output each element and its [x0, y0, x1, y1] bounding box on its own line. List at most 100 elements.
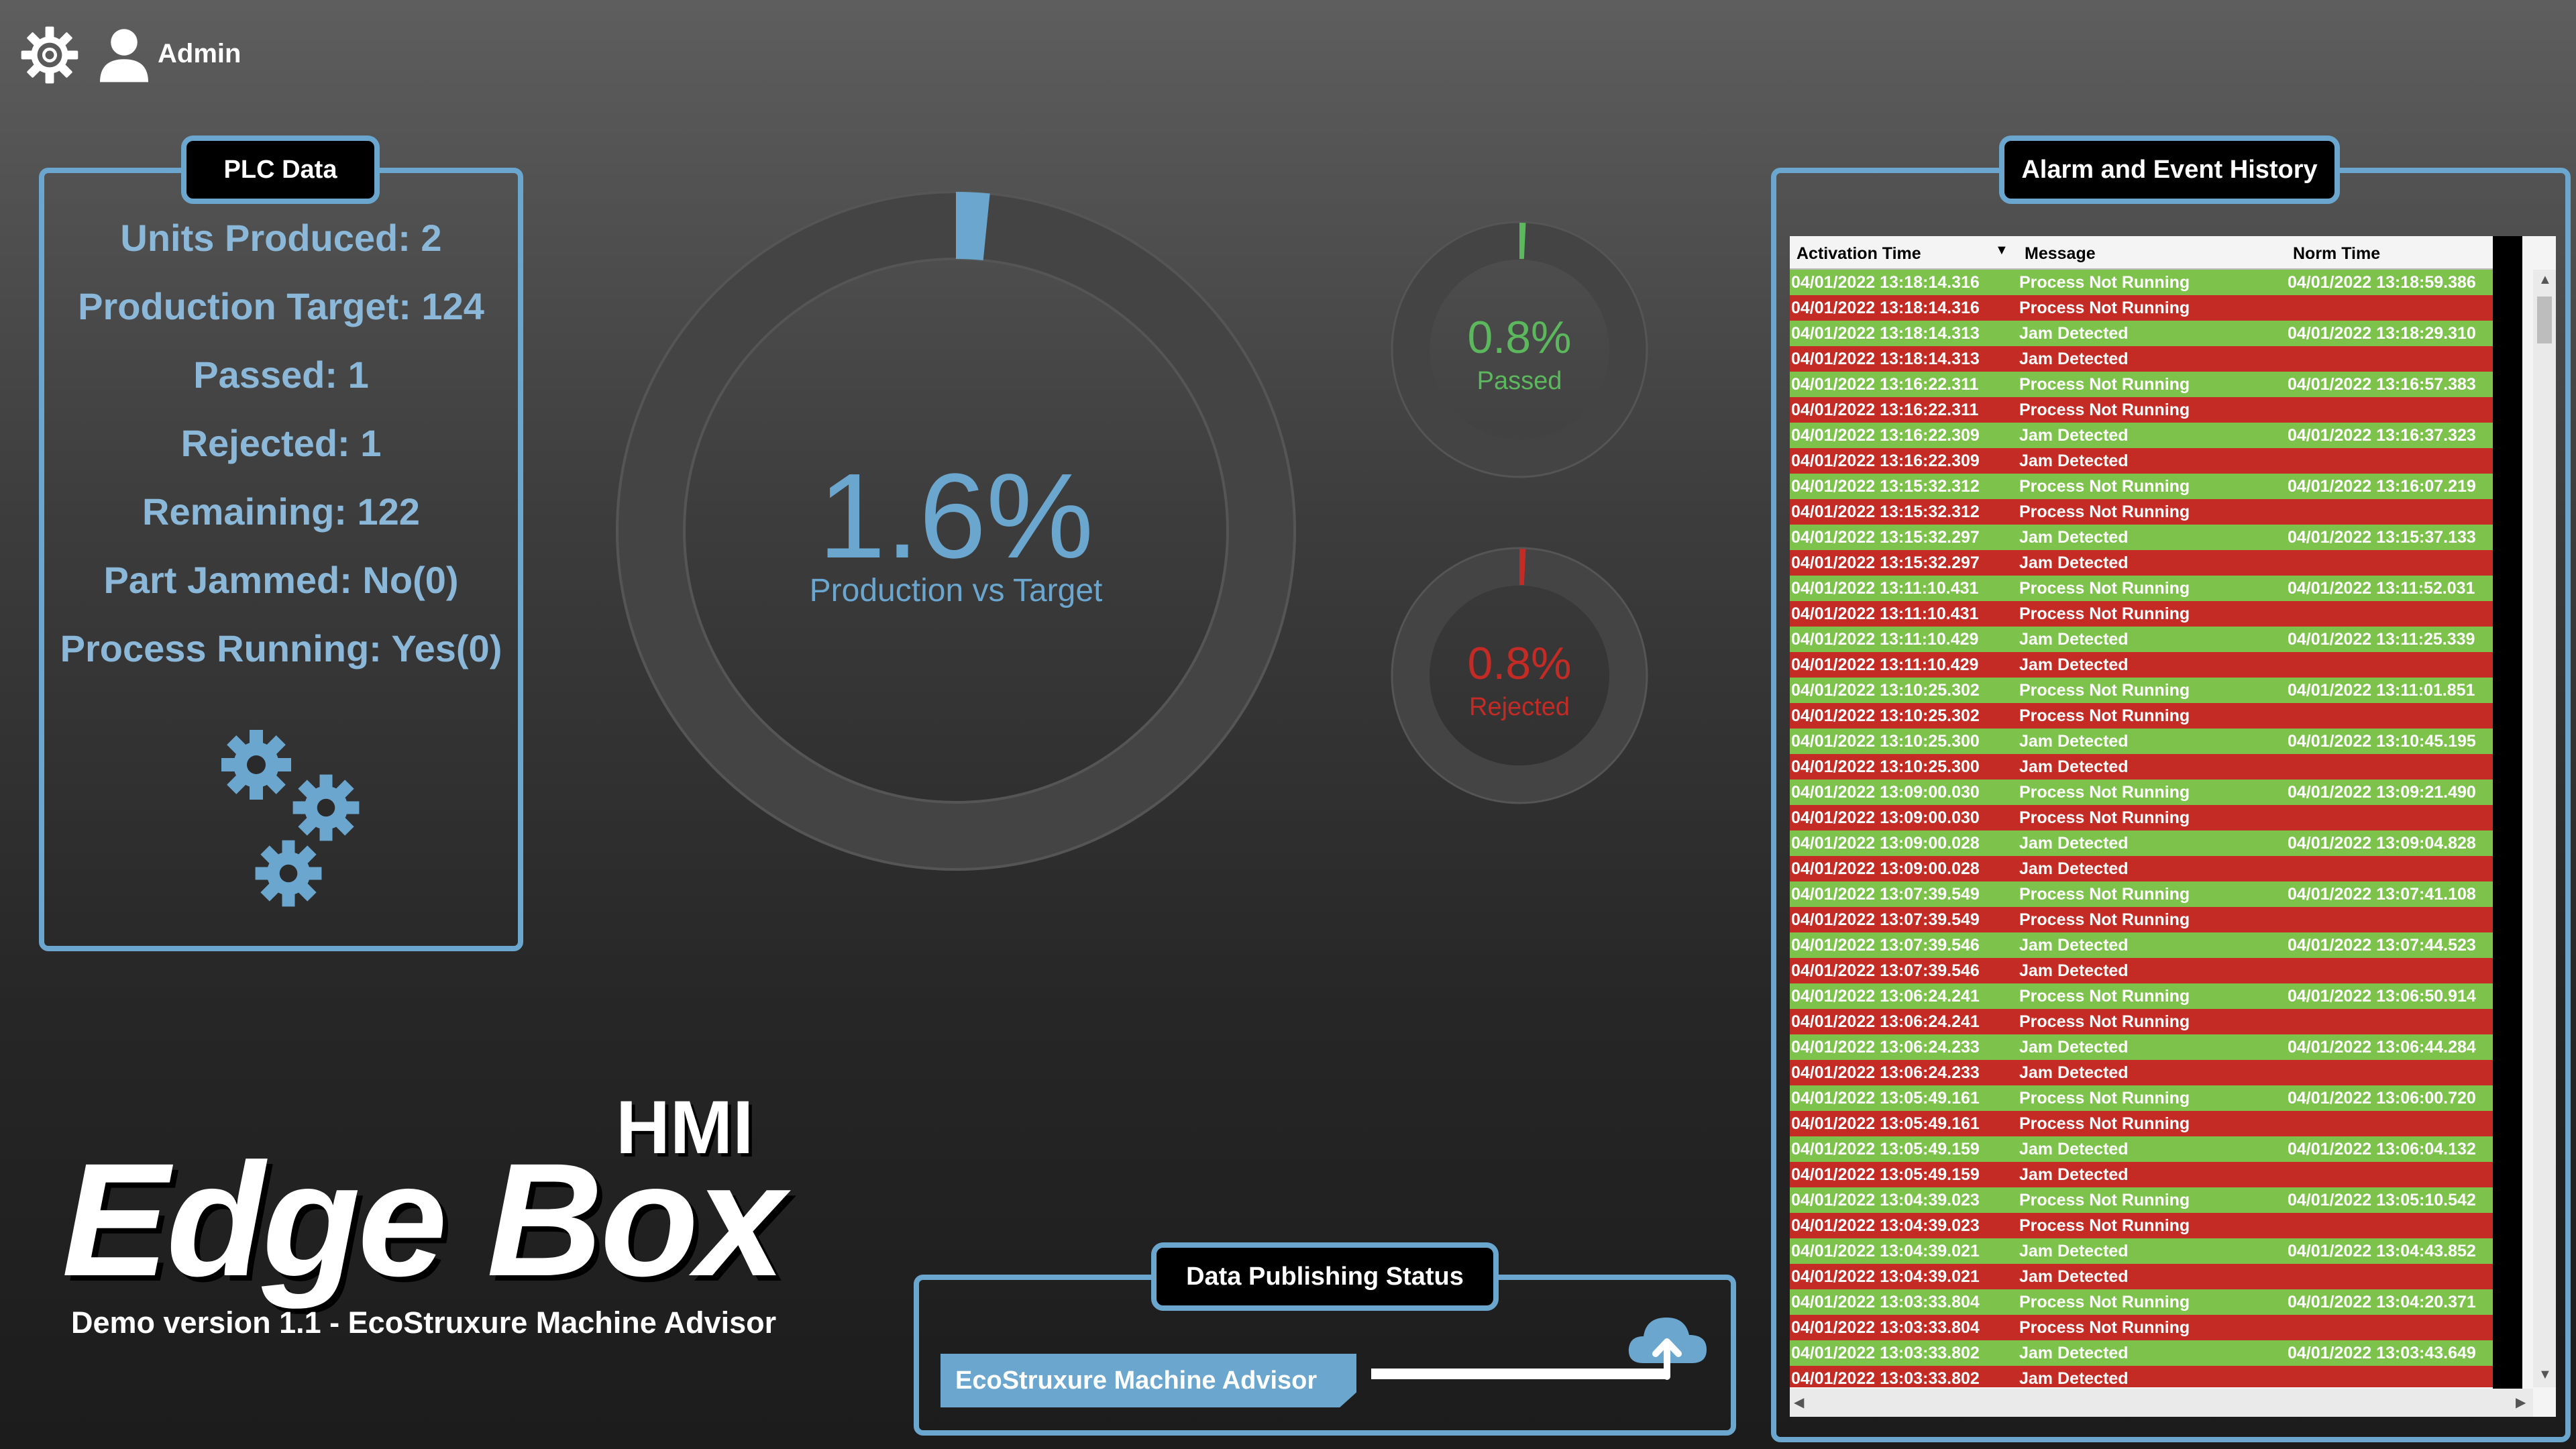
table-row[interactable]: 04/01/2022 13:07:39.546 Jam Detected 04/01… — [1790, 932, 2493, 958]
table-row[interactable]: 04/01/2022 13:04:39.021 Jam Detected 04/01… — [1790, 1238, 2493, 1264]
message-cell: Process Not Running — [2019, 502, 2190, 521]
production-gauge-arc — [955, 192, 990, 261]
message-cell: Jam Detected — [2019, 1038, 2129, 1057]
activation-time-cell: 04/01/2022 13:11:10.429 — [1791, 630, 1979, 649]
scroll-left-icon[interactable]: ◀ — [1794, 1394, 1804, 1411]
activation-time-cell: 04/01/2022 13:16:22.311 — [1791, 400, 1979, 419]
col-activation-time[interactable]: Activation Time — [1796, 244, 1921, 264]
table-row[interactable]: 04/01/2022 13:04:39.021 Jam Detected — [1790, 1264, 2493, 1289]
activation-time-cell: 04/01/2022 13:07:39.549 — [1791, 885, 1980, 904]
table-row[interactable]: 04/01/2022 13:15:32.312 Process Not Runni… — [1790, 474, 2493, 499]
gear-icon[interactable] — [19, 24, 80, 86]
table-row[interactable]: 04/01/2022 13:05:49.161 Process Not Runni… — [1790, 1085, 2493, 1111]
cloud-upload-svg — [1628, 1318, 1707, 1380]
table-row[interactable]: 04/01/2022 13:11:10.429 Jam Detected — [1790, 652, 2493, 678]
activation-time-cell: 04/01/2022 13:04:39.023 — [1791, 1191, 1980, 1210]
norm-time-cell: 04/01/2022 13:06:44.284 — [2288, 1038, 2476, 1057]
horizontal-scrollbar[interactable]: ◀ ▶ — [1790, 1389, 2533, 1417]
col-norm-time[interactable]: Norm Time — [2293, 244, 2380, 264]
message-cell: Process Not Running — [2019, 1012, 2190, 1031]
table-row[interactable]: 04/01/2022 13:16:22.311 Process Not Runni… — [1790, 372, 2493, 397]
col-message[interactable]: Message — [2025, 244, 2096, 264]
table-row[interactable]: 04/01/2022 13:06:24.233 Jam Detected — [1790, 1060, 2493, 1085]
table-row[interactable]: 04/01/2022 13:18:14.313 Jam Detected 04/01… — [1790, 321, 2493, 346]
production-label: Production vs Target — [810, 573, 1103, 608]
norm-time-cell: 04/01/2022 13:06:04.132 — [2288, 1140, 2476, 1159]
message-cell: Process Not Running — [2019, 1114, 2190, 1133]
table-row[interactable]: 04/01/2022 13:07:39.549 Process Not Runni… — [1790, 907, 2493, 932]
table-row[interactable]: 04/01/2022 13:11:10.429 Jam Detected 04/01… — [1790, 627, 2493, 652]
rejected-label: Rejected — [1469, 693, 1570, 721]
publishing-target: EcoStruxure Machine Advisor — [941, 1354, 1356, 1407]
activation-time-cell: 04/01/2022 13:09:00.028 — [1791, 859, 1980, 878]
table-row[interactable]: 04/01/2022 13:06:24.233 Jam Detected 04/01… — [1790, 1034, 2493, 1060]
norm-time-cell: 04/01/2022 13:15:37.133 — [2288, 528, 2476, 547]
table-row[interactable]: 04/01/2022 13:11:10.431 Process Not Runni… — [1790, 576, 2493, 601]
message-cell: Jam Detected — [2019, 834, 2129, 853]
table-row[interactable]: 04/01/2022 13:05:49.159 Jam Detected — [1790, 1162, 2493, 1187]
message-cell: Process Not Running — [2019, 681, 2190, 700]
message-cell: Jam Detected — [2019, 426, 2129, 445]
table-row[interactable]: 04/01/2022 13:04:39.023 Process Not Runni… — [1790, 1213, 2493, 1238]
activation-time-cell: 04/01/2022 13:11:10.431 — [1791, 579, 1979, 598]
plc-data-title: PLC Data — [181, 136, 380, 204]
table-row[interactable]: 04/01/2022 13:09:00.028 Jam Detected 04/01… — [1790, 830, 2493, 856]
activation-time-cell: 04/01/2022 13:07:39.549 — [1791, 910, 1980, 929]
message-cell: Jam Detected — [2019, 732, 2129, 751]
activation-time-cell: 04/01/2022 13:09:00.030 — [1791, 783, 1980, 802]
table-row[interactable]: 04/01/2022 13:15:32.312 Process Not Runni… — [1790, 499, 2493, 525]
table-row[interactable]: 04/01/2022 13:18:14.316 Process Not Runni… — [1790, 295, 2493, 321]
vertical-scrollbar[interactable]: ▲ ▼ — [2533, 270, 2556, 1387]
table-row[interactable]: 04/01/2022 13:09:00.030 Process Not Runni… — [1790, 805, 2493, 830]
scroll-right-icon[interactable]: ▶ — [2516, 1394, 2526, 1411]
activation-time-cell: 04/01/2022 13:03:33.802 — [1791, 1369, 1980, 1387]
table-row[interactable]: 04/01/2022 13:15:32.297 Jam Detected 04/01… — [1790, 525, 2493, 550]
table-row[interactable]: 04/01/2022 13:09:00.028 Jam Detected — [1790, 856, 2493, 881]
table-row[interactable]: 04/01/2022 13:07:39.549 Process Not Runni… — [1790, 881, 2493, 907]
table-row[interactable]: 04/01/2022 13:16:22.309 Jam Detected 04/01… — [1790, 423, 2493, 448]
norm-time-cell: 04/01/2022 13:16:57.383 — [2288, 375, 2476, 394]
scroll-up-icon[interactable]: ▲ — [2538, 272, 2552, 288]
activation-time-cell: 04/01/2022 13:05:49.159 — [1791, 1140, 1980, 1159]
norm-time-cell: 04/01/2022 13:04:43.852 — [2288, 1242, 2476, 1260]
table-row[interactable]: 04/01/2022 13:04:39.023 Process Not Runni… — [1790, 1187, 2493, 1213]
table-row[interactable]: 04/01/2022 13:10:25.302 Process Not Runni… — [1790, 703, 2493, 729]
table-row[interactable]: 04/01/2022 13:06:24.241 Process Not Runni… — [1790, 983, 2493, 1009]
message-cell: Jam Detected — [2019, 1063, 2129, 1082]
table-row[interactable]: 04/01/2022 13:10:25.302 Process Not Runni… — [1790, 678, 2493, 703]
table-row[interactable]: 04/01/2022 13:10:25.300 Jam Detected 04/01… — [1790, 729, 2493, 754]
message-cell: Jam Detected — [2019, 961, 2129, 980]
table-row[interactable]: 04/01/2022 13:03:33.802 Jam Detected — [1790, 1366, 2493, 1387]
table-row[interactable]: 04/01/2022 13:11:10.431 Process Not Runni… — [1790, 601, 2493, 627]
scroll-down-icon[interactable]: ▼ — [2538, 1367, 2552, 1383]
table-row[interactable]: 04/01/2022 13:07:39.546 Jam Detected — [1790, 958, 2493, 983]
table-row[interactable]: 04/01/2022 13:16:22.311 Process Not Runni… — [1790, 397, 2493, 423]
table-row[interactable]: 04/01/2022 13:18:14.316 Process Not Runni… — [1790, 270, 2493, 295]
message-cell: Process Not Running — [2019, 477, 2190, 496]
table-row[interactable]: 04/01/2022 13:06:24.241 Process Not Runni… — [1790, 1009, 2493, 1034]
table-row[interactable]: 04/01/2022 13:05:49.161 Process Not Runni… — [1790, 1111, 2493, 1136]
user-icon[interactable] — [94, 24, 154, 85]
table-row[interactable]: 04/01/2022 13:03:33.802 Jam Detected 04/01… — [1790, 1340, 2493, 1366]
message-cell: Process Not Running — [2019, 1191, 2190, 1210]
activation-time-cell: 04/01/2022 13:11:10.431 — [1791, 604, 1979, 623]
message-cell: Process Not Running — [2019, 604, 2190, 623]
passed-percent: 0.8% — [1468, 312, 1572, 363]
table-row[interactable]: 04/01/2022 13:16:22.309 Jam Detected — [1790, 448, 2493, 474]
process-running-value: Process Running: Yes(0) — [60, 627, 502, 669]
activation-time-cell: 04/01/2022 13:07:39.546 — [1791, 961, 1980, 980]
table-row[interactable]: 04/01/2022 13:03:33.804 Process Not Runni… — [1790, 1289, 2493, 1315]
table-row[interactable]: 04/01/2022 13:10:25.300 Jam Detected — [1790, 754, 2493, 780]
production-percent: 1.6% — [818, 449, 1093, 584]
message-cell: Process Not Running — [2019, 885, 2190, 904]
brand-title: Edge Box — [62, 1130, 786, 1309]
scroll-thumb[interactable] — [2537, 297, 2552, 343]
message-cell: Process Not Running — [2019, 1216, 2190, 1235]
sort-down-icon[interactable]: ▼ — [1995, 243, 2008, 258]
table-row[interactable]: 04/01/2022 13:05:49.159 Jam Detected 04/01… — [1790, 1136, 2493, 1162]
table-row[interactable]: 04/01/2022 13:18:14.313 Jam Detected — [1790, 346, 2493, 372]
message-cell: Jam Detected — [2019, 655, 2129, 674]
table-row[interactable]: 04/01/2022 13:15:32.297 Jam Detected — [1790, 550, 2493, 576]
table-row[interactable]: 04/01/2022 13:09:00.030 Process Not Runni… — [1790, 780, 2493, 805]
table-row[interactable]: 04/01/2022 13:03:33.804 Process Not Runni… — [1790, 1315, 2493, 1340]
